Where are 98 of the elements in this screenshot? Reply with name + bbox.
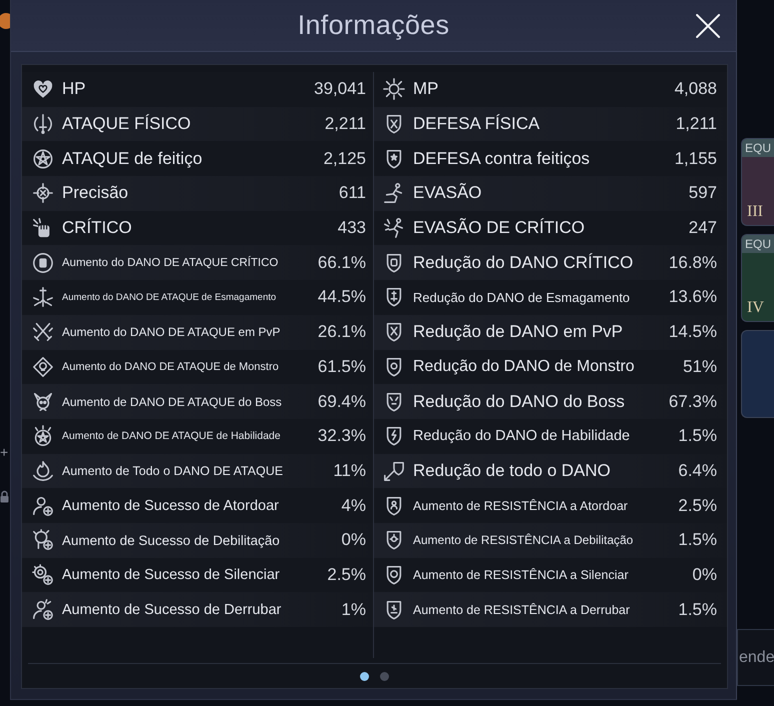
stat-value: 1.5% [678,600,717,620]
stat-value: 1,211 [676,114,717,134]
stat-label: Aumento do DANO DE ATAQUE CRÍTICO [62,256,278,269]
sword-icon [32,113,54,136]
stat-value: 2,211 [324,114,366,134]
slot-label: EQU [742,235,774,253]
stat-value: 11% [333,460,366,481]
spiked-pentagram-icon [32,425,54,448]
stat-value: 2,125 [323,148,366,169]
stat-value: 2.5% [678,496,717,516]
stat-label: Aumento de Sucesso de Debilitação [62,532,280,548]
stat-label: Redução do DANO CRÍTICO [413,252,634,273]
stat-label: Aumento de RESISTÊNCIA a Atordoar [413,498,628,513]
arrow-shield-icon [383,460,405,482]
tier-label: III [747,203,763,221]
stat-label: DEFESA contra feitiços [413,148,590,169]
running-figure-icon [383,182,405,204]
stat-label: Aumento do DANO DE ATAQUE de Esmagamento [62,292,276,303]
stat-value: 51% [682,356,717,377]
action-button[interactable]: ende [737,629,774,686]
item-card[interactable]: EQU IV [741,234,774,322]
stat-value: 433 [338,218,366,238]
stat-label: Redução do DANO de Monstro [413,358,634,376]
sword-burst-icon [32,286,54,308]
stat-label: Redução do DANO de Esmagamento [413,290,630,305]
figure-spark-icon [383,217,405,240]
stat-value: 39,041 [314,79,366,100]
stat-value: 4% [341,496,366,516]
stat-label: DEFESA FÍSICA [413,114,540,134]
stat-label: Redução de DANO em PvP [413,322,623,342]
stat-value: 1% [341,600,366,620]
stat-value: 67.3% [668,392,717,412]
stat-label: MP [413,79,438,100]
stat-value: 44.5% [318,287,366,308]
crossed-swords-icon [32,321,54,344]
person-plus-icon [32,598,54,621]
stat-label: ATAQUE de feitiço [62,148,202,169]
stat-label: Aumento de DANO DE ATAQUE de Habilidade [62,430,280,442]
lock-icon [0,490,9,503]
stat-label: Redução de todo o DANO [413,460,611,481]
close-button[interactable] [696,14,720,38]
stat-label: Aumento de RESISTÊNCIA a Debilitação [413,533,634,548]
stat-value: 14.5% [668,322,717,342]
dialog-title: Informações [298,10,450,41]
stat-value: 13.6% [668,287,717,308]
stat-value: 1,155 [674,148,717,169]
stat-value: 26.1% [318,322,366,342]
person-plus-icon [32,494,54,517]
stat-value: 611 [338,183,366,204]
gear-plus-icon [32,564,54,586]
slot-label: EQU [742,139,774,157]
fist-circle-icon [32,252,54,274]
stat-value: 61.5% [318,356,366,377]
sun-icon [383,78,405,100]
stat-label: Aumento de Sucesso de Atordoar [62,498,279,514]
stat-label: Aumento de RESISTÊNCIA a Derrubar [413,602,630,617]
page-dot[interactable] [380,672,389,681]
stat-label: Redução do DANO do Boss [413,392,625,412]
diamond-skull-icon [32,356,54,378]
head-plus-icon [32,529,54,552]
stat-label: Aumento de DANO DE ATAQUE do Boss [62,394,282,409]
close-icon [696,14,720,38]
stat-label: EVASÃO DE CRÍTICO [413,218,585,238]
stat-label: Redução do DANO de Habilidade [413,428,630,444]
stat-label: Aumento do DANO DE ATAQUE em PvP [62,325,280,340]
stat-label: HP [62,79,86,100]
stat-label: Aumento de RESISTÊNCIA a Silenciar [413,568,628,582]
item-card[interactable]: EQU III [741,138,774,226]
stat-value: 16.8% [668,252,717,273]
stat-label: Aumento do DANO DE ATAQUE de Monstro [62,360,279,373]
stat-value: 66.1% [318,252,366,273]
stat-value: 0% [341,530,366,550]
page-dot[interactable] [360,672,369,681]
round-badge-icon [0,12,10,30]
stat-value: 1.5% [678,426,717,446]
stat-value: 69.4% [318,392,366,412]
stat-label: Aumento de Sucesso de Silenciar [62,566,280,583]
stat-value: 597 [688,183,717,204]
stat-value: 247 [688,218,717,238]
stat-label: ATAQUE FÍSICO [62,114,191,134]
stat-value: 4,088 [674,79,717,100]
stat-label: Precisão [62,183,128,204]
stat-value: 1.5% [678,530,717,550]
plus-sign: + [0,445,8,459]
flame-bowl-icon [32,460,54,482]
horned-skull-icon [32,390,54,413]
stat-label: Aumento de Todo o DANO DE ATAQUE [62,464,283,478]
heart-icon [32,78,54,100]
pentagram-icon [32,148,54,170]
stat-label: CRÍTICO [62,218,132,238]
stat-value: 6.4% [678,460,717,481]
tier-label: IV [747,299,764,317]
stat-value: 2.5% [327,564,366,585]
crosshair-icon [32,182,54,204]
stat-value: 32.3% [318,426,366,446]
stat-value: 0% [692,564,717,585]
stat-label: EVASÃO [413,183,482,204]
stat-label: Aumento de Sucesso de Derrubar [62,602,282,618]
